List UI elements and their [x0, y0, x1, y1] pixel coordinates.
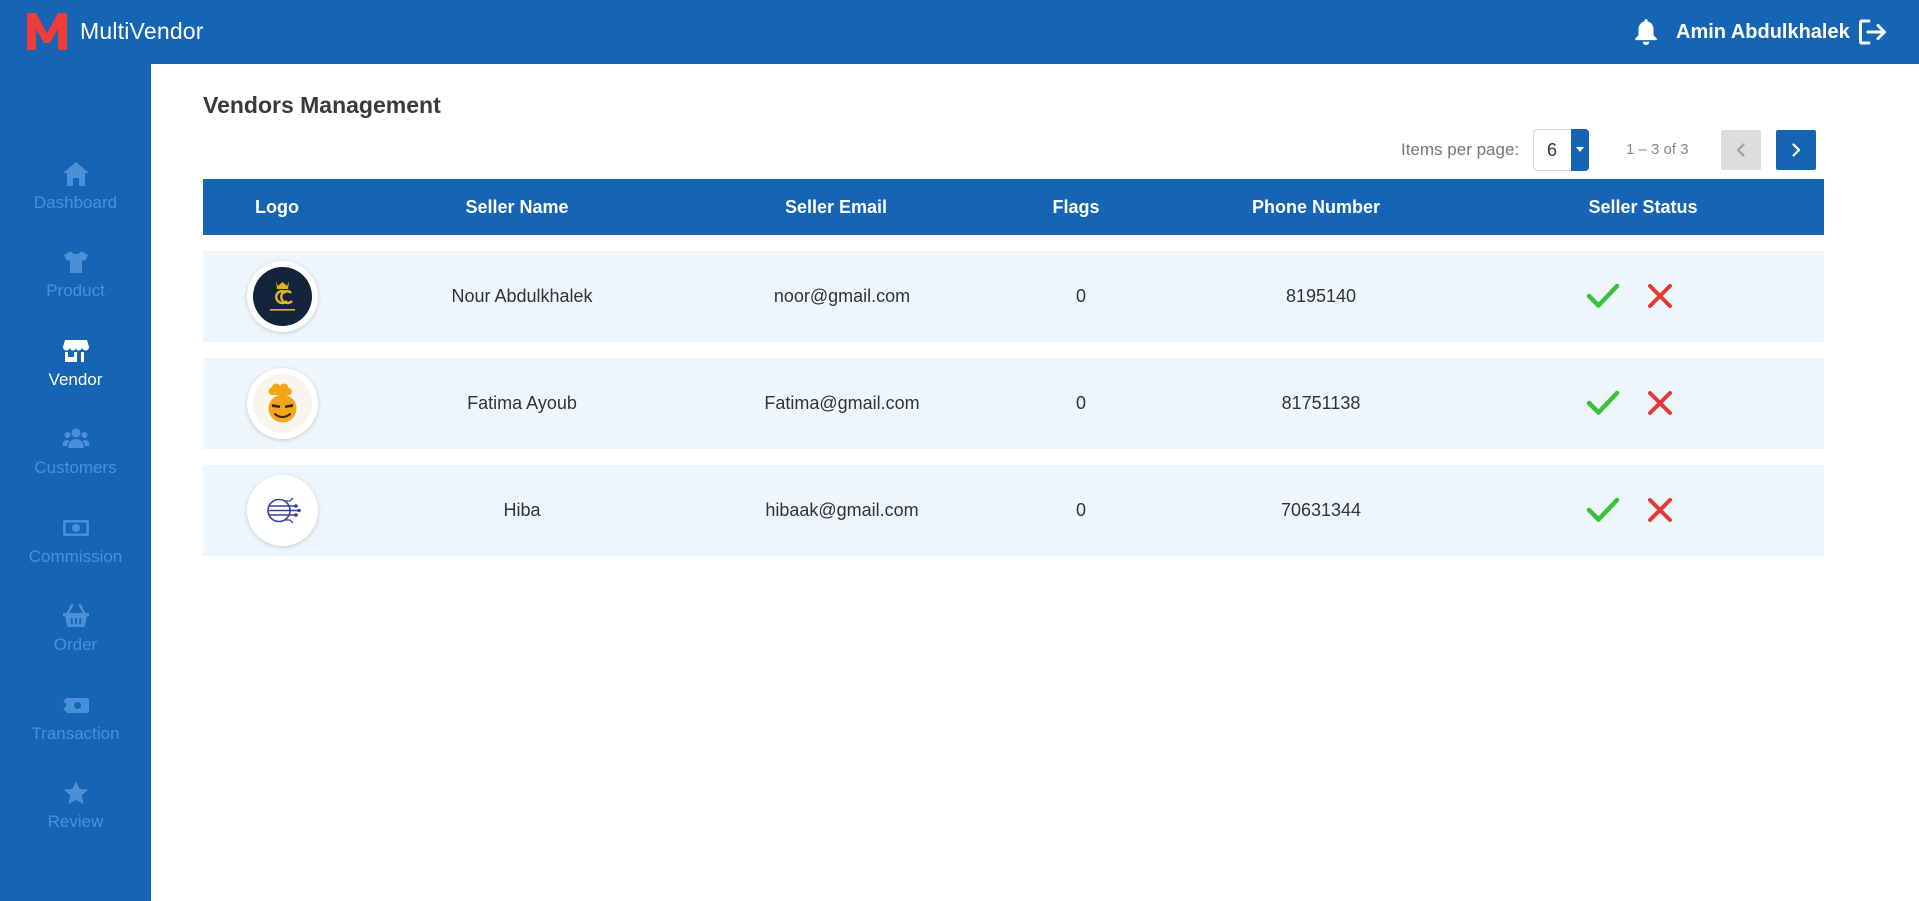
home-icon — [62, 162, 89, 186]
sidebar-item-label: Dashboard — [33, 193, 118, 212]
seller-email: Fatima@gmail.com — [764, 393, 920, 413]
vendor-logo — [247, 261, 318, 332]
reject-x-icon[interactable] — [1646, 388, 1674, 418]
user-name[interactable]: Amin Abdulkhalek — [1676, 21, 1850, 44]
sidebar-item-label: Commission — [28, 547, 123, 566]
seller-name: Nour Abdulkhalek — [451, 286, 593, 306]
table-row[interactable]: Nour Abdulkhalek noor@gmail.com 0 819514… — [203, 251, 1824, 342]
sidebar-item-label: Product — [46, 281, 105, 300]
column-header-seller-status: Seller Status — [1588, 197, 1698, 217]
chevron-left-icon — [1736, 143, 1745, 157]
seller-name: Hiba — [503, 500, 541, 520]
seller-name: Fatima Ayoub — [467, 393, 577, 413]
sidebar: Dashboard Product Vendor Customers Commi… — [0, 64, 151, 901]
seller-flags: 0 — [1075, 286, 1087, 306]
approve-check-icon[interactable] — [1586, 495, 1620, 525]
sidebar-item-review[interactable]: Review — [0, 780, 151, 860]
reject-x-icon[interactable] — [1646, 281, 1674, 311]
queens-clothes-logo-icon — [253, 267, 312, 326]
sidebar-item-label: Vendor — [48, 370, 103, 389]
vendor-logo — [247, 475, 318, 546]
seller-flags: 0 — [1075, 500, 1087, 520]
chevron-right-icon — [1792, 143, 1801, 157]
sidebar-item-dashboard[interactable]: Dashboard — [0, 161, 151, 241]
sidebar-item-commission[interactable]: Commission — [0, 515, 151, 595]
money-icon — [62, 520, 89, 536]
seller-phone: 8195140 — [1285, 286, 1357, 306]
sidebar-item-customers[interactable]: Customers — [0, 426, 151, 506]
items-per-page-value: 6 — [1547, 140, 1558, 160]
seller-flags: 0 — [1075, 393, 1087, 413]
column-header-seller-email: Seller Email — [784, 197, 888, 217]
column-header-phone-number: Phone Number — [1251, 197, 1381, 217]
star-icon — [63, 781, 88, 805]
money-transfer-icon — [62, 697, 89, 713]
seller-email: noor@gmail.com — [773, 286, 911, 306]
logout-icon[interactable] — [1858, 18, 1888, 46]
store-icon — [62, 340, 89, 362]
table-header: Logo Seller Name Seller Email Flags Phon… — [203, 179, 1824, 235]
next-page-button[interactable] — [1776, 130, 1816, 170]
sidebar-item-transaction[interactable]: Transaction — [0, 692, 151, 772]
seller-phone: 81751138 — [1281, 393, 1361, 413]
column-header-seller-name: Seller Name — [465, 197, 569, 217]
sidebar-item-label: Transaction — [31, 724, 120, 743]
approve-check-icon[interactable] — [1586, 281, 1620, 311]
table-row[interactable]: Fatima Ayoub Fatima@gmail.com 0 81751138 — [203, 358, 1824, 449]
column-header-flags: Flags — [1052, 197, 1100, 217]
sidebar-item-label: Customers — [34, 458, 117, 477]
sidebar-item-order[interactable]: Order — [0, 603, 151, 683]
app-name[interactable]: MultiVendor — [80, 18, 204, 45]
page-title: Vendors Management — [203, 92, 441, 118]
pagination-range: 1 – 3 of 3 — [1626, 141, 1689, 158]
sidebar-item-vendor[interactable]: Vendor — [0, 338, 151, 418]
column-header-logo: Logo — [255, 197, 299, 217]
bell-icon[interactable] — [1633, 18, 1659, 46]
sidebar-item-product[interactable]: Product — [0, 249, 151, 329]
users-icon — [62, 428, 89, 448]
chef-emoji-logo-icon — [253, 374, 312, 433]
items-per-page-select[interactable]: 6 — [1533, 129, 1589, 171]
table-row[interactable]: Hiba hibaak@gmail.com 0 70631344 — [203, 465, 1824, 556]
shirt-icon — [63, 251, 88, 273]
vendor-logo — [247, 368, 318, 439]
sidebar-item-label: Review — [47, 812, 104, 831]
previous-page-button[interactable] — [1721, 130, 1761, 170]
items-per-page-label: Items per page: — [1401, 140, 1520, 159]
sidebar-item-label: Order — [53, 635, 98, 654]
approve-check-icon[interactable] — [1586, 388, 1620, 418]
chevron-down-icon[interactable] — [1571, 129, 1589, 171]
seller-email: hibaak@gmail.com — [765, 500, 919, 520]
reject-x-icon[interactable] — [1646, 495, 1674, 525]
brand-logo-icon[interactable] — [26, 11, 68, 51]
basket-icon — [62, 603, 89, 627]
circuit-logo-icon — [253, 481, 312, 540]
top-bar: MultiVendor Amin Abdulkhalek — [0, 0, 1919, 64]
seller-phone: 70631344 — [1280, 500, 1362, 520]
